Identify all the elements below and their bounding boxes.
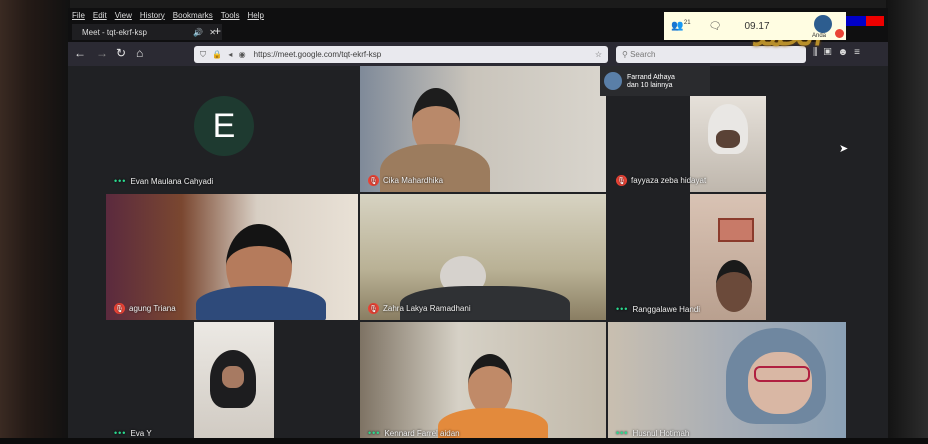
participant-video [690, 194, 766, 320]
new-tab-button[interactable]: + [214, 24, 221, 38]
presenter-name: Farrand Athaya [627, 73, 675, 81]
participant-name: fayyaza zeba hidayat [631, 176, 707, 185]
speaking-indicator-icon: ••• [368, 428, 381, 438]
participant-name-row: ••• Kennard Farrel aidan [368, 428, 460, 438]
avatar [604, 72, 622, 90]
monitor-bezel-right [886, 0, 928, 444]
url-text: https://meet.google.com/tqt-ekrf-ksp [253, 50, 382, 59]
bookmark-star-icon[interactable]: ☆ [595, 50, 602, 59]
participant-name: Husnul Hotimah [632, 428, 690, 438]
back-arrow-icon[interactable]: ← [74, 46, 86, 60]
participant-name: agung Triana [129, 304, 176, 313]
site-permission-icons[interactable]: ⛉ 🔒 ◂ ◉ [200, 50, 248, 60]
participant-video-face [748, 352, 812, 414]
meet-top-bar: 👥21 🗨 09.17 Anda [664, 12, 846, 40]
participant-tile[interactable]: 🎙 Zahra Lakya Ramadhani [360, 194, 606, 320]
home-icon[interactable]: ⌂ [136, 46, 143, 60]
mic-muted-icon: 🎙 [114, 303, 125, 314]
participants-count: 21 [683, 20, 691, 27]
mic-muted-icon [835, 29, 844, 38]
wall-picture [718, 218, 754, 242]
participant-name-row: ••• Husnul Hotimah [616, 428, 689, 438]
menu-view[interactable]: View [115, 11, 132, 20]
participant-name-row: 🎙 fayyaza zeba hidayat [616, 175, 706, 186]
people-icon: 👥 [671, 20, 684, 32]
participant-tile[interactable]: ••• Husnul Hotimah [608, 322, 846, 444]
self-avatar [814, 15, 832, 33]
forward-arrow-icon[interactable]: → [96, 46, 108, 60]
menu-history[interactable]: History [140, 11, 165, 20]
menu-file[interactable]: File [72, 11, 85, 20]
avatar: E [194, 96, 254, 156]
search-icon: ⚲ [622, 50, 631, 59]
mouse-cursor-icon: ➤ [839, 143, 849, 155]
participant-tile[interactable]: ••• Eva Y [106, 322, 358, 444]
search-placeholder: Search [630, 50, 656, 59]
speaking-indicator-icon: ••• [114, 176, 127, 186]
tab-meet[interactable]: Meet - tqt-ekrf-ksp 🔊 ✕ [72, 24, 222, 40]
taskbar-red-block [866, 16, 884, 26]
participant-tile[interactable]: 🎙 agung Triana [106, 194, 358, 320]
browser-window: File Edit View History Bookmarks Tools H… [68, 8, 888, 444]
mic-muted-icon: 🎙 [368, 303, 379, 314]
tab-title: Meet - tqt-ekrf-ksp [82, 27, 147, 37]
menu-edit[interactable]: Edit [93, 11, 107, 20]
participant-video-head [468, 354, 512, 416]
participant-tile[interactable]: E ••• Evan Maulana Cahyadi [106, 66, 358, 192]
participant-video-head [716, 260, 752, 312]
glasses [754, 366, 810, 382]
monitor-bezel-bottom [0, 438, 928, 444]
chat-icon: 🗨 [708, 20, 722, 32]
menu-help[interactable]: Help [247, 11, 263, 20]
participant-tile[interactable]: ••• Ranggalawe Handi [608, 194, 846, 320]
participants-button[interactable]: 👥21 [664, 20, 698, 31]
speaking-indicator-icon: ••• [616, 304, 629, 314]
self-label: Anda [811, 33, 826, 39]
participant-name-row: ••• Ranggalawe Handi [616, 304, 700, 314]
reload-icon[interactable]: ↻ [116, 46, 126, 60]
participant-name-row: ••• Evan Maulana Cahyadi [114, 176, 213, 186]
participant-tile[interactable]: 🎙 Cika Mahardhika [360, 66, 606, 192]
participant-video-face [222, 366, 244, 388]
participant-name: Zahra Lakya Ramadhani [383, 304, 471, 313]
participant-name: Eva Y [130, 428, 152, 438]
participant-name: Evan Maulana Cahyadi [130, 176, 214, 186]
participant-tile[interactable]: ••• Kennard Farrel aidan [360, 322, 606, 444]
url-bar[interactable]: ⛉ 🔒 ◂ ◉ https://meet.google.com/tqt-ekrf… [194, 46, 608, 63]
menu-tools[interactable]: Tools [221, 11, 240, 20]
participant-name: Kennard Farrel aidan [384, 428, 460, 438]
participant-video-body [196, 286, 326, 320]
speaker-icon[interactable]: 🔊 [193, 28, 203, 37]
participant-name-row: 🎙 Zahra Lakya Ramadhani [368, 303, 471, 314]
participant-video [194, 322, 274, 444]
speaking-indicator-icon: ••• [114, 428, 127, 438]
participant-name-row: 🎙 Cika Mahardhika [368, 175, 443, 186]
meet-grid: E ••• Evan Maulana Cahyadi 🎙 Cika Mahard… [106, 66, 846, 444]
monitor-bezel-left [0, 0, 70, 444]
participant-video-face [716, 130, 740, 148]
participant-name: Cika Mahardhika [383, 176, 444, 185]
clock: 09.17 [744, 20, 770, 32]
chat-button[interactable]: 🗨 [698, 21, 732, 32]
participant-name-row: 🎙 agung Triana [114, 303, 176, 314]
participant-name: Ranggalawe Handi [632, 304, 701, 314]
speaking-indicator-icon: ••• [616, 428, 629, 438]
participant-name-row: ••• Eva Y [114, 428, 152, 438]
presenter-sub: dan 10 lainnya [627, 81, 673, 89]
menu-bookmarks[interactable]: Bookmarks [173, 11, 213, 20]
presenter-card[interactable]: Farrand Athaya dan 10 lainnya [600, 66, 710, 96]
presenter-card-text: Farrand Athaya dan 10 lainnya [627, 74, 675, 89]
mic-muted-icon: 🎙 [616, 175, 627, 186]
mic-muted-icon: 🎙 [368, 175, 379, 186]
